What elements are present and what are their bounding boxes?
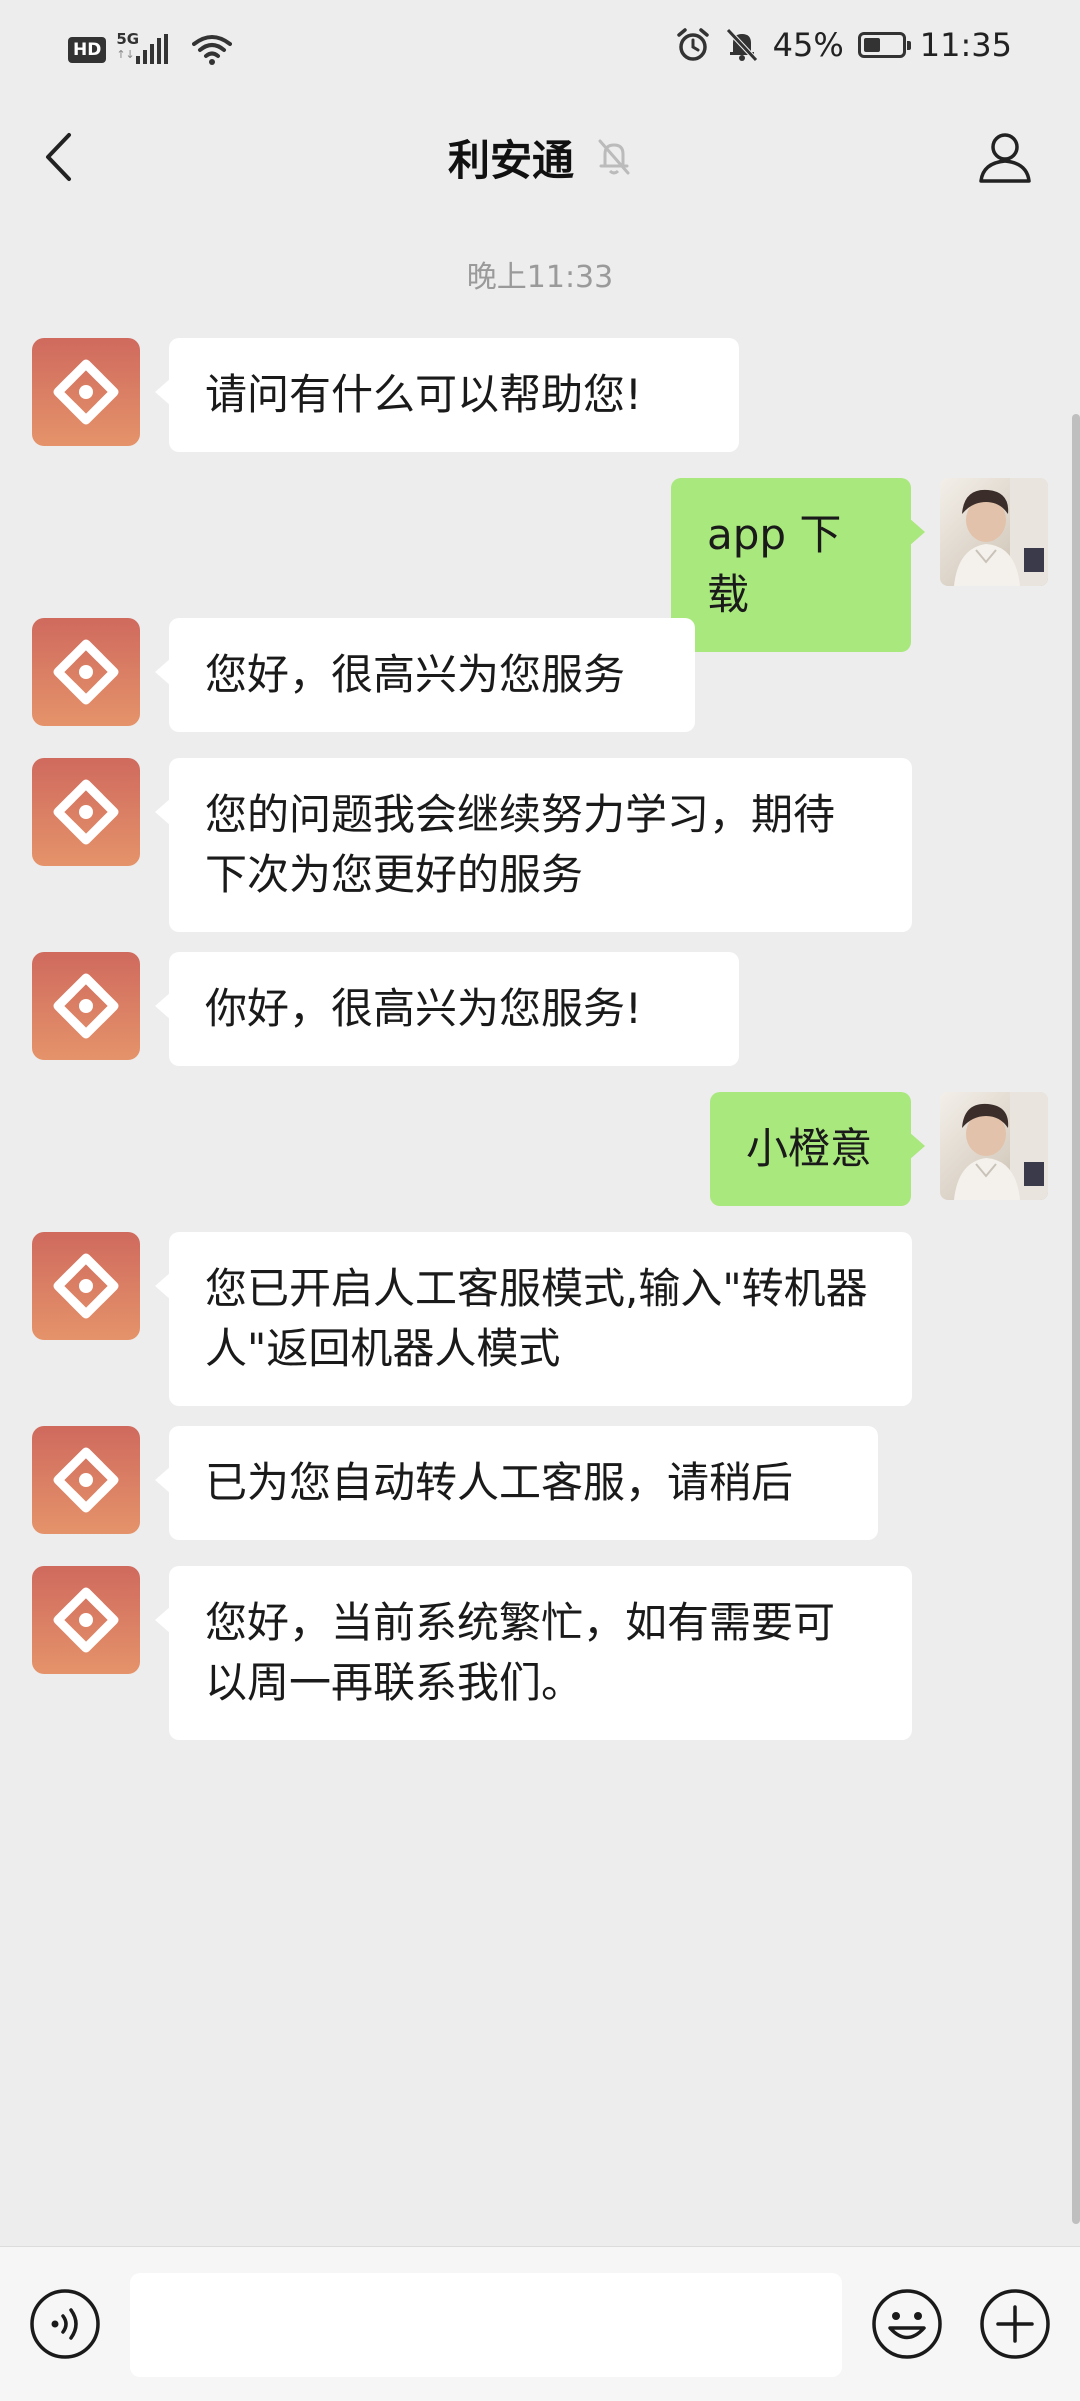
user-avatar[interactable] xyxy=(940,478,1048,586)
chat-header: 利安通 xyxy=(0,100,1080,214)
muted-bell-icon xyxy=(598,139,630,175)
voice-icon xyxy=(30,2289,100,2359)
status-left: HD 5G ↑↓ xyxy=(68,30,233,70)
status-right: 45% 11:35 xyxy=(675,26,1012,64)
message-bubble-received[interactable]: 请问有什么可以帮助您! xyxy=(155,338,739,452)
wifi-icon xyxy=(192,35,233,65)
brand-logo-icon xyxy=(53,1587,119,1653)
chat-area[interactable]: 晚上11:33 请问有什么可以帮助您! app 下载 您好，很高兴为您服务 您的… xyxy=(0,214,1080,2246)
message-bubble-received[interactable]: 您的问题我会继续努力学习，期待下次为您更好的服务 xyxy=(155,758,912,932)
hd-badge: HD xyxy=(68,37,107,63)
user-avatar[interactable] xyxy=(940,1092,1048,1200)
bot-avatar[interactable] xyxy=(32,952,140,1060)
signal-bars xyxy=(136,34,169,64)
bot-avatar[interactable] xyxy=(32,1232,140,1340)
message-input[interactable] xyxy=(130,2273,842,2377)
message-bubble-received[interactable]: 已为您自动转人工客服，请稍后 xyxy=(155,1426,878,1540)
battery-percent: 45% xyxy=(772,26,844,64)
message-bubble-sent[interactable]: app 下载 xyxy=(671,478,925,652)
brand-logo-icon xyxy=(53,973,119,1039)
title-group: 利安通 xyxy=(0,122,1080,192)
message-bubble-received[interactable]: 您好，很高兴为您服务 xyxy=(155,618,695,732)
bot-avatar[interactable] xyxy=(32,1566,140,1674)
mute-icon xyxy=(725,28,758,62)
voice-button[interactable] xyxy=(28,2287,102,2361)
profile-icon xyxy=(979,133,1031,183)
brand-logo-icon xyxy=(53,359,119,425)
battery-icon xyxy=(857,32,911,58)
emoji-icon xyxy=(872,2289,942,2359)
alarm-icon xyxy=(676,28,709,61)
network-arrows: ↑↓ xyxy=(116,48,135,61)
scrollbar[interactable] xyxy=(1072,414,1080,2224)
plus-icon xyxy=(980,2289,1050,2359)
signal-icon: 5G ↑↓ xyxy=(116,30,182,70)
bot-avatar[interactable] xyxy=(32,1426,140,1534)
brand-logo-icon xyxy=(53,639,119,705)
brand-logo-icon xyxy=(53,1253,119,1319)
message-bubble-received[interactable]: 你好，很高兴为您服务! xyxy=(155,952,739,1066)
user-photo xyxy=(954,1092,1048,1200)
bot-avatar[interactable] xyxy=(32,758,140,866)
brand-logo-icon xyxy=(53,779,119,845)
emoji-button[interactable] xyxy=(870,2287,944,2361)
more-button[interactable] xyxy=(978,2287,1052,2361)
chat-title: 利安通 xyxy=(447,135,574,185)
message-bubble-sent[interactable]: 小橙意 xyxy=(710,1092,925,1206)
battery-fill xyxy=(863,38,880,52)
message-bubble-received[interactable]: 您好，当前系统繁忙，如有需要可以周一再联系我们。 xyxy=(155,1566,912,1740)
message-timestamp: 晚上11:33 xyxy=(466,260,614,295)
user-photo xyxy=(954,478,1048,586)
message-bubble-received[interactable]: 您已开启人工客服模式,输入"转机器人"返回机器人模式 xyxy=(155,1232,912,1406)
status-bar: HD 5G ↑↓ 45% 11:35 xyxy=(0,0,1080,100)
bot-avatar[interactable] xyxy=(32,618,140,726)
bot-avatar[interactable] xyxy=(32,338,140,446)
input-bar xyxy=(0,2246,1080,2401)
clock: 11:35 xyxy=(919,26,1012,64)
brand-logo-icon xyxy=(53,1447,119,1513)
chat-info-button[interactable] xyxy=(970,122,1040,192)
